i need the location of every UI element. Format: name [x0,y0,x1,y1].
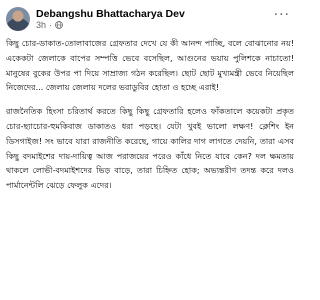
post-subline: 3h · [36,20,185,30]
post-paragraph-1: কিছু চোর-ডাকাত-তোলাবাজের গ্রেফতার দেখে য… [6,38,294,93]
post-paragraph-2: রাজনৈতিক হিংসা চরিতার্থ করতে কিছু কিছু গ… [6,106,294,191]
avatar[interactable] [6,7,30,31]
post-body: কিছু চোর-ডাকাত-তোলাবাজের গ্রেফতার দেখে য… [6,36,294,193]
globe-icon [55,21,63,29]
separator-dot: · [49,19,53,30]
post-header: Debangshu Bhattacharya Dev 3h · ··· [6,4,294,34]
post-timestamp[interactable]: 3h [36,20,46,30]
author-name[interactable]: Debangshu Bhattacharya Dev [36,8,185,20]
more-options-button[interactable]: ··· [270,8,294,22]
post-meta: Debangshu Bhattacharya Dev 3h · [36,8,185,30]
facebook-post: Debangshu Bhattacharya Dev 3h · ··· কিছু… [0,0,300,300]
